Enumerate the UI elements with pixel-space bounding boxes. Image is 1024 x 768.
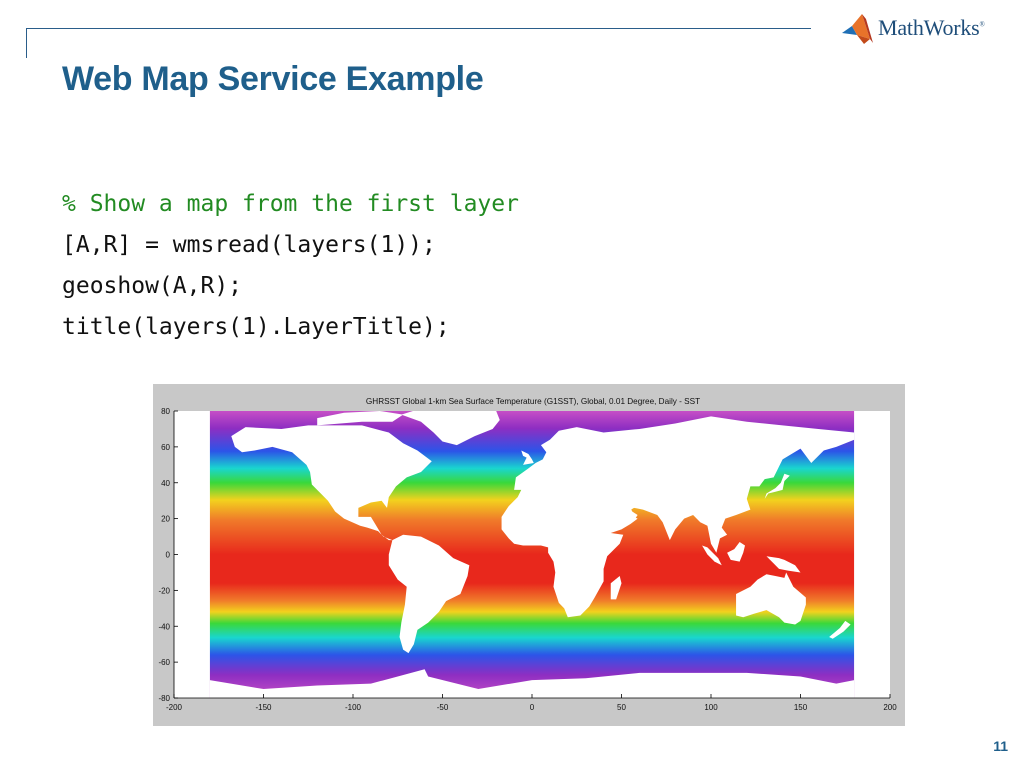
x-tick-label: 50 <box>617 703 626 712</box>
y-tick-label: 60 <box>161 443 170 452</box>
membrane-icon <box>842 14 873 44</box>
code-block: % Show a map from the first layer [A,R] … <box>62 184 519 348</box>
x-tick-label: -100 <box>345 703 362 712</box>
code-line: geoshow(A,R); <box>62 273 243 299</box>
x-tick-label: 0 <box>530 703 535 712</box>
mathworks-logo: MathWorks® <box>840 10 985 46</box>
y-tick-label: 80 <box>161 407 170 416</box>
header-rule <box>26 28 811 29</box>
code-line: [A,R] = wmsread(layers(1)); <box>62 232 436 258</box>
header-rule-left <box>26 28 27 58</box>
slide-title: Web Map Service Example <box>62 60 484 98</box>
y-tick-label: -60 <box>158 658 170 667</box>
x-tick-label: 100 <box>704 703 718 712</box>
y-tick-label: -80 <box>158 694 170 703</box>
figure-title: GHRSST Global 1-km Sea Surface Temperatu… <box>366 397 700 406</box>
y-tick-label: -20 <box>158 586 170 595</box>
page-number: 11 <box>993 738 1008 754</box>
y-tick-label: -40 <box>158 622 170 631</box>
x-tick-label: 150 <box>794 703 808 712</box>
map-figure: GHRSST Global 1-km Sea Surface Temperatu… <box>153 384 905 726</box>
x-tick-label: -50 <box>437 703 449 712</box>
y-tick-label: 40 <box>161 479 170 488</box>
sst-map: GHRSST Global 1-km Sea Surface Temperatu… <box>158 397 897 712</box>
logo-wordmark: MathWorks® <box>878 15 985 40</box>
code-comment: % Show a map from the first layer <box>62 191 519 217</box>
code-line: title(layers(1).LayerTitle); <box>62 314 450 340</box>
x-tick-label: 200 <box>883 703 897 712</box>
x-tick-label: -200 <box>166 703 183 712</box>
y-tick-label: 0 <box>166 551 171 560</box>
x-tick-label: -150 <box>255 703 272 712</box>
y-tick-label: 20 <box>161 515 170 524</box>
